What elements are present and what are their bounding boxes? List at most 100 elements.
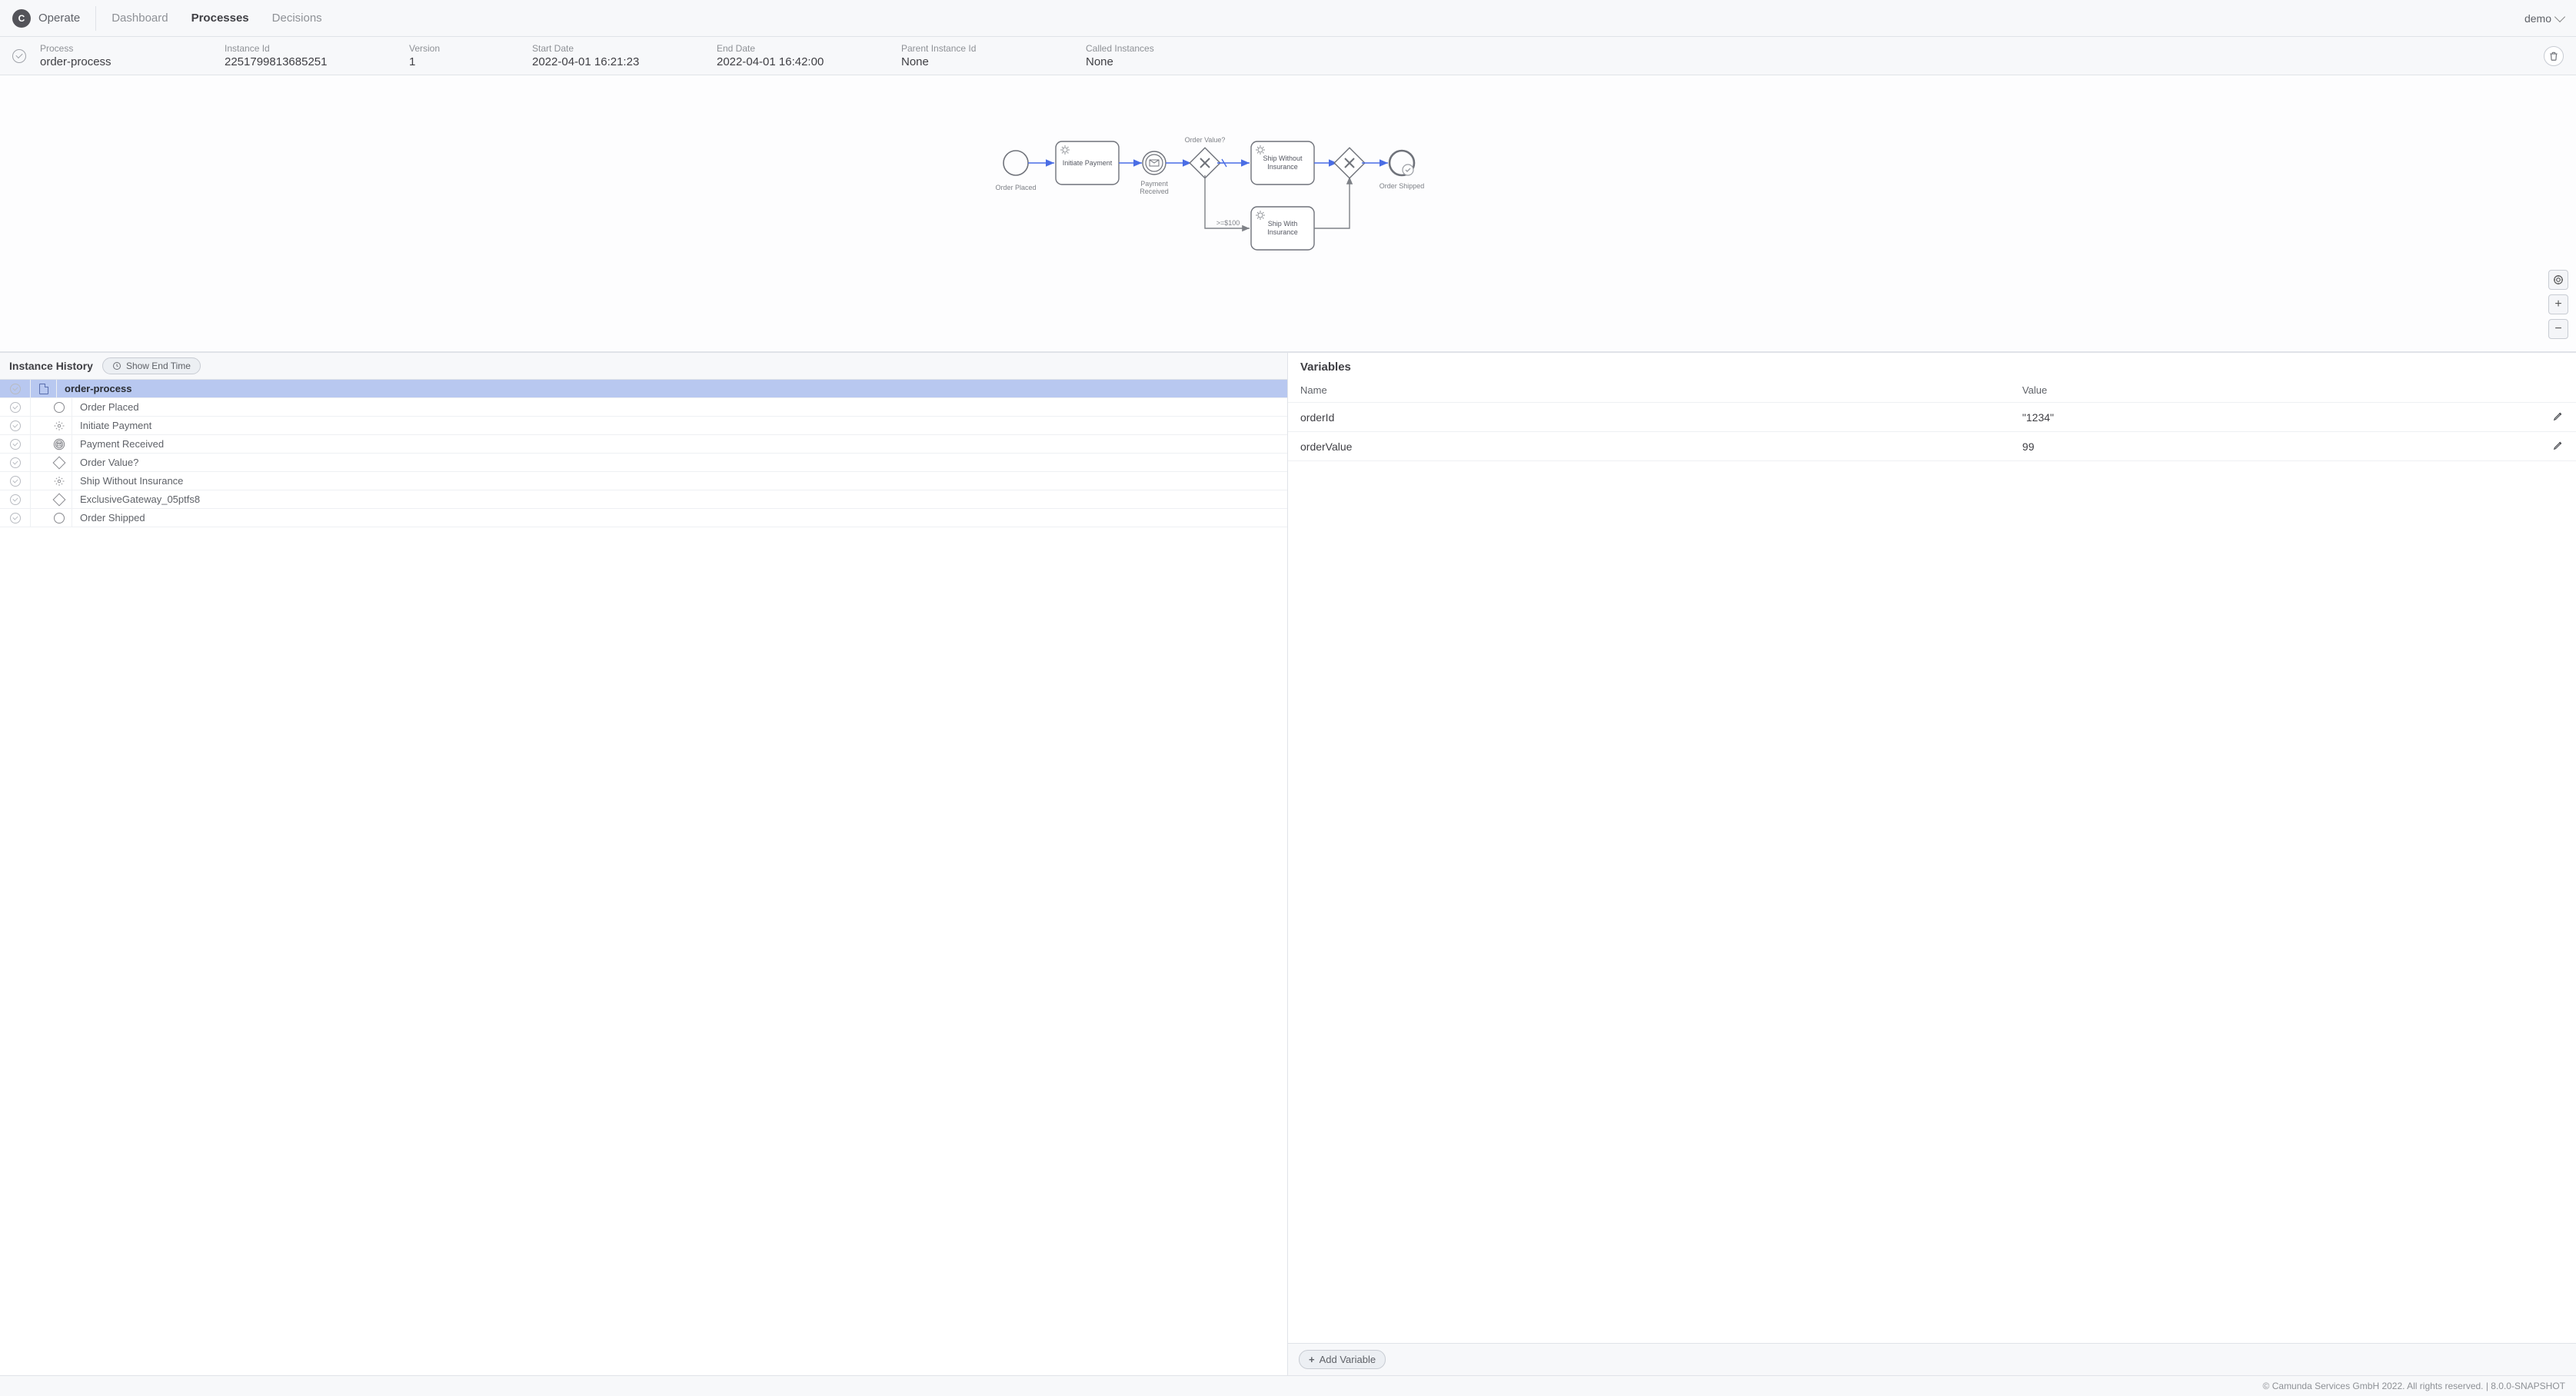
meta-label: End Date [717, 43, 855, 54]
complete-check-icon [10, 420, 21, 431]
brand-logo: C [12, 9, 31, 28]
history-row[interactable]: order-process [0, 380, 1287, 398]
meta-value: 2022-04-01 16:21:23 [532, 55, 671, 68]
history-row[interactable]: Order Value? [0, 454, 1287, 472]
svg-text:Ship WithInsurance: Ship WithInsurance [1267, 220, 1298, 236]
variable-name: orderValue [1288, 432, 2010, 461]
gear-icon [54, 476, 65, 487]
variable-name: orderId [1288, 403, 2010, 432]
pencil-icon [2553, 410, 2564, 421]
plus-icon: + [1309, 1354, 1315, 1365]
show-end-time-toggle[interactable]: Show End Time [102, 357, 201, 374]
history-row[interactable]: ExclusiveGateway_05ptfs8 [0, 490, 1287, 509]
complete-check-icon [10, 402, 21, 413]
meta-label: Process [40, 43, 178, 54]
bottom-section: Instance History Show End Time order-pro… [0, 352, 2576, 1375]
svg-text:>=$100: >=$100 [1216, 219, 1240, 227]
tab-processes[interactable]: Processes [191, 12, 249, 25]
gear-icon [54, 420, 65, 431]
history-header: Instance History Show End Time [0, 353, 1287, 380]
history-title: Instance History [9, 360, 93, 372]
variables-panel: Variables Name Value orderId"1234"orderV… [1288, 353, 2576, 1375]
meta-version: Version 1 [409, 43, 486, 68]
history-row-label: order-process [57, 383, 131, 394]
delete-button[interactable] [2544, 46, 2564, 66]
meta-start-date: Start Date 2022-04-01 16:21:23 [532, 43, 671, 68]
chevron-down-icon [2554, 11, 2565, 22]
nav-tabs: Dashboard Processes Decisions [111, 12, 321, 25]
edit-variable-button[interactable] [2541, 432, 2576, 461]
meta-label: Parent Instance Id [901, 43, 1040, 54]
svg-text:PaymentReceived: PaymentReceived [1140, 180, 1169, 195]
top-nav: C Operate Dashboard Processes Decisions … [0, 0, 2576, 37]
variable-value: 99 [2010, 432, 2541, 461]
variable-value: "1234" [2010, 403, 2541, 432]
show-end-time-label: Show End Time [126, 361, 191, 371]
add-variable-label: Add Variable [1320, 1354, 1376, 1365]
meta-end-date: End Date 2022-04-01 16:42:00 [717, 43, 855, 68]
gateway-icon [52, 493, 65, 506]
history-row-label: Order Placed [72, 401, 139, 413]
instance-meta-bar: Process order-process Instance Id 225179… [0, 37, 2576, 75]
variables-col-name: Name [1288, 378, 2010, 403]
page-footer: © Camunda Services GmbH 2022. All rights… [0, 1375, 2576, 1396]
variable-row: orderValue99 [1288, 432, 2576, 461]
tab-decisions[interactable]: Decisions [272, 12, 322, 25]
meta-value: None [901, 55, 1040, 68]
meta-value: 1 [409, 55, 486, 68]
meta-label: Start Date [532, 43, 671, 54]
trash-icon [2548, 51, 2559, 61]
history-row[interactable]: Payment Received [0, 435, 1287, 454]
complete-check-icon [10, 476, 21, 487]
tab-dashboard[interactable]: Dashboard [111, 12, 168, 25]
meta-value: 2251799813685251 [225, 55, 363, 68]
history-row-label: Order Value? [72, 457, 138, 468]
meta-process: Process order-process [40, 43, 178, 68]
target-icon [2553, 274, 2564, 285]
variables-table: Name Value orderId"1234"orderValue99 [1288, 378, 2576, 461]
meta-label: Version [409, 43, 486, 54]
history-row[interactable]: Order Shipped [0, 509, 1287, 527]
clock-icon [112, 361, 121, 371]
user-label: demo [2524, 12, 2551, 25]
instance-history-panel: Instance History Show End Time order-pro… [0, 353, 1288, 1375]
envelope-icon [53, 438, 65, 450]
meta-value: 2022-04-01 16:42:00 [717, 55, 855, 68]
svg-text:Order Shipped: Order Shipped [1380, 182, 1425, 190]
edit-variable-button[interactable] [2541, 403, 2576, 432]
variables-footer: + Add Variable [1288, 1343, 2576, 1375]
meta-called: Called Instances None [1086, 43, 1224, 68]
history-row-label: ExclusiveGateway_05ptfs8 [72, 494, 200, 505]
brand-name: Operate [38, 12, 80, 25]
complete-check-icon [10, 384, 21, 394]
start-event-icon [54, 513, 65, 524]
user-menu[interactable]: demo [2524, 12, 2564, 25]
history-row[interactable]: Ship Without Insurance [0, 472, 1287, 490]
instance-status-icon [12, 49, 26, 63]
svg-text:Order Placed: Order Placed [995, 184, 1036, 191]
variables-col-value: Value [2010, 378, 2541, 403]
pencil-icon [2553, 440, 2564, 450]
complete-check-icon [10, 494, 21, 505]
complete-check-icon [10, 457, 21, 468]
add-variable-button[interactable]: + Add Variable [1299, 1350, 1386, 1369]
history-row[interactable]: Initiate Payment [0, 417, 1287, 435]
svg-text:Initiate Payment: Initiate Payment [1063, 159, 1113, 167]
svg-text:Order Value?: Order Value? [1185, 136, 1226, 144]
complete-check-icon [10, 439, 21, 450]
history-list: order-process Order Placed Initiate Paymen… [0, 380, 1287, 1375]
diagram-area[interactable]: Order Placed Initiate Payment PaymentRec… [0, 75, 2576, 352]
svg-text:Ship WithoutInsurance: Ship WithoutInsurance [1263, 155, 1303, 171]
start-event-icon [54, 402, 65, 413]
meta-parent: Parent Instance Id None [901, 43, 1040, 68]
variable-row: orderId"1234" [1288, 403, 2576, 432]
history-row[interactable]: Order Placed [0, 398, 1287, 417]
zoom-out-button[interactable]: − [2548, 319, 2568, 339]
variables-title: Variables [1288, 353, 2576, 378]
reset-view-button[interactable] [2548, 270, 2568, 290]
meta-instance-id: Instance Id 2251799813685251 [225, 43, 363, 68]
zoom-in-button[interactable]: + [2548, 294, 2568, 314]
brand: C Operate [12, 6, 96, 31]
meta-label: Instance Id [225, 43, 363, 54]
history-row-label: Initiate Payment [72, 420, 151, 431]
